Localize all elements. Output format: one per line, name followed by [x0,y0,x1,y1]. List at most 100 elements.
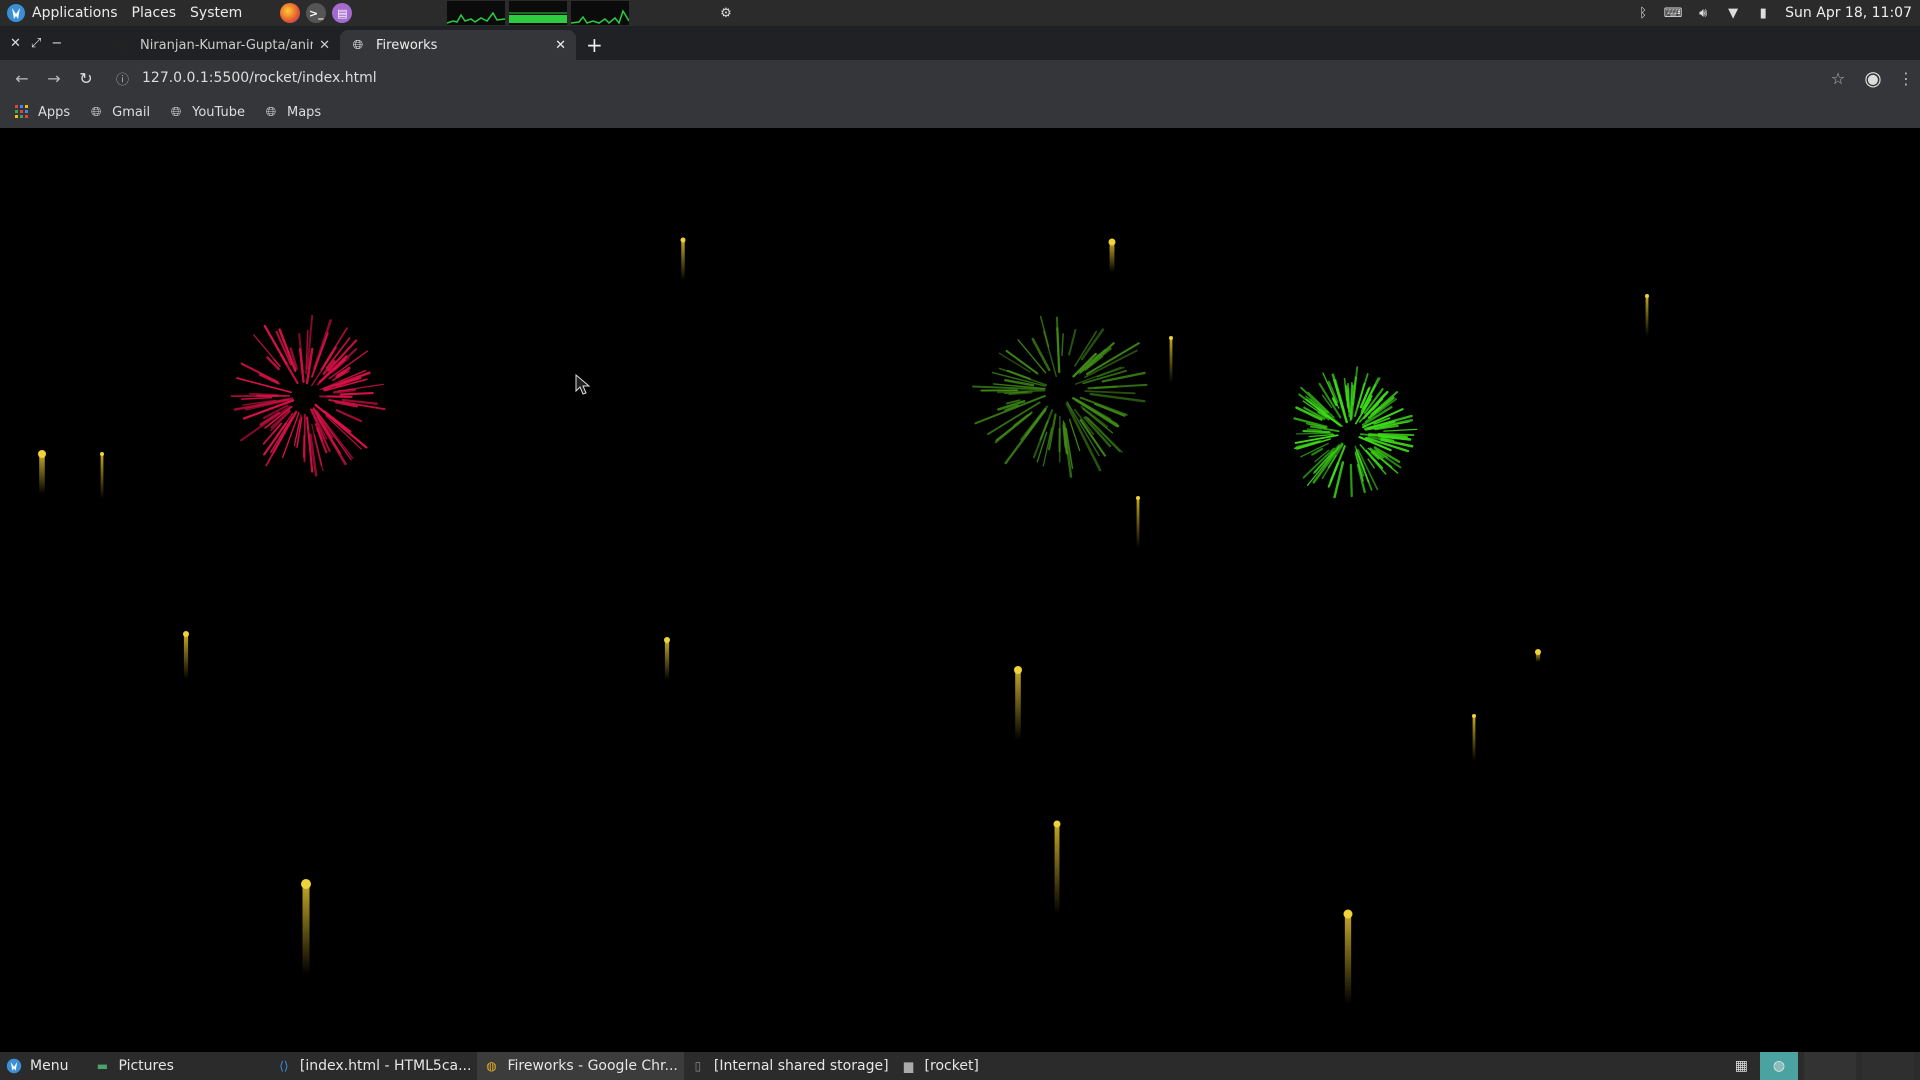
tab-title: Fireworks [376,37,438,53]
rocket-6 [100,452,104,499]
taskbar-label: [Internal shared storage] [713,1058,889,1074]
rocket-12 [1472,714,1476,761]
close-tab-icon[interactable]: ✕ [555,38,566,53]
forward-icon[interactable]: → [38,69,70,88]
site-info-icon[interactable]: ⓘ [116,69,132,88]
github-icon: ● [116,37,128,53]
applications-menu[interactable]: Applications [32,5,118,21]
rocket-9 [664,637,670,680]
taskbar-label: Pictures [118,1058,174,1074]
cpu-graph [447,1,506,25]
rocket-3 [1645,294,1649,336]
menu-label: Menu [30,1058,69,1074]
places-menu[interactable]: Places [132,5,177,21]
firefox-icon[interactable] [280,3,301,23]
rocket-2 [1108,238,1116,272]
taskbar-label: [index.html - HTML5ca... [299,1058,472,1074]
rocket-8 [183,631,189,679]
keyboard-icon[interactable]: ⌨ [1664,5,1683,21]
rocket-10 [1014,666,1022,740]
apps-grid-icon [14,104,30,120]
globe-icon: 🌐︎ [352,37,364,53]
start-menu-button[interactable]: Menu [0,1052,74,1080]
fireworks-canvas[interactable] [0,128,1920,1052]
rocket-5 [38,450,46,494]
bookmark-youtube[interactable]: 🌐︎ YouTube [168,104,245,120]
system-tray: ᛒ ⌨ 🔊︎ ▼ ▮ Sun Apr 18, 11:07 [1635,0,1920,26]
workspace-2[interactable] [1862,1052,1914,1080]
minimize-window-icon[interactable]: − [51,36,62,51]
reload-icon[interactable]: ↻ [70,69,102,88]
fireworks-scene [38,237,1649,1004]
profile-avatar-icon[interactable]: ◉ [1862,66,1884,90]
workspace-switcher-icon[interactable]: ▦ [1729,1052,1754,1080]
tab-fireworks[interactable]: 🌐︎ Fireworks ✕ [340,30,576,60]
taskbar-tray: ▦ ◍ [1729,1052,1920,1080]
taskbar-item-chrome[interactable]: ◍ Fireworks - Google Chr... [477,1052,684,1080]
folder-icon: ▆ [903,1059,914,1073]
bookmark-star-icon[interactable]: ☆ [1828,69,1848,88]
back-icon[interactable]: ← [6,69,38,88]
network-graph [571,1,630,25]
chrome-icon: ◍ [486,1059,497,1073]
close-tab-icon[interactable]: ✕ [319,38,330,53]
bookmark-apps[interactable]: Apps [14,104,70,120]
vscode-icon: ⟨⟩ [279,1059,289,1073]
window-controls: ✕ ⤢ − [0,26,90,60]
bookmark-label: Maps [286,104,322,120]
workspace-1[interactable] [1804,1052,1856,1080]
burst-green [1293,366,1418,499]
new-tab-button[interactable]: + [586,30,603,60]
browser-tab-strip: ✕ ⤢ − ● Niranjan-Kumar-Gupta/anima ✕ 🌐︎ … [0,26,1920,60]
globe-icon: 🌐︎ [265,104,277,120]
battery-icon[interactable]: ▮ [1755,5,1771,21]
bookmark-label: YouTube [192,104,245,120]
close-window-icon[interactable]: ✕ [10,36,21,51]
url-text[interactable]: 127.0.0.1:5500/rocket/index.html [142,70,377,86]
chrome-tray-icon[interactable]: ◍ [1760,1052,1798,1080]
globe-icon: 🌐︎ [170,104,182,120]
taskbar-label: [rocket] [924,1058,979,1074]
text-editor-icon[interactable]: ▤ [332,3,353,23]
toolbar-right: ☆ ◉ ⋮ [1828,60,1914,96]
taskbar-item-pictures[interactable]: ▬ Pictures [88,1052,179,1080]
maximize-window-icon[interactable]: ⤢ [31,36,41,51]
taskbar-item-vscode[interactable]: ⟨⟩ [index.html - HTML5ca... [270,1052,478,1080]
menu-kebab-icon[interactable]: ⋮ [1898,69,1914,88]
burst-dark-green [972,315,1148,478]
rocket-13 [1053,820,1061,914]
mate-logo-icon[interactable] [6,3,26,23]
bookmark-maps[interactable]: 🌐︎ Maps [263,104,321,120]
taskbar-item-rocket[interactable]: ▆ [rocket] [895,1052,985,1080]
bookmark-gmail[interactable]: 🌐︎ Gmail [88,104,150,120]
mouse-cursor-icon [575,374,591,395]
bluetooth-icon[interactable]: ᛒ [1635,5,1651,21]
rocket-7 [1136,496,1140,548]
mate-logo-icon [6,1058,22,1074]
tab-github[interactable]: ● Niranjan-Kumar-Gupta/anima ✕ [104,30,340,60]
bookmark-label: Apps [38,104,71,120]
system-monitor-graphs [447,1,630,25]
picture-folder-icon: ▬ [96,1059,109,1073]
settings-gear-icon[interactable]: ⚙ [718,5,734,21]
taskbar-label: Fireworks - Google Chr... [507,1058,678,1074]
browser-toolbar: ← → ↻ ⓘ 127.0.0.1:5500/rocket/index.html… [0,60,1920,96]
panel-clock[interactable]: Sun Apr 18, 11:07 [1785,5,1912,21]
address-bar[interactable]: ⓘ 127.0.0.1:5500/rocket/index.html [110,64,1800,92]
tab-title: Niranjan-Kumar-Gupta/anima [140,37,314,53]
system-menu[interactable]: System [190,5,242,21]
wifi-icon[interactable]: ▼ [1725,5,1741,21]
rocket-11 [1535,649,1541,662]
top-system-panel: Applications Places System >_ ▤ ⚙ ᛒ ⌨ 🔊︎… [0,0,1920,26]
burst-red [230,314,386,477]
volume-icon[interactable]: 🔊︎ [1695,5,1711,21]
bookmark-label: Gmail [112,104,151,120]
taskbar-item-storage[interactable]: ▯ [Internal shared storage] [684,1052,895,1080]
phone-icon: ▯ [694,1059,702,1073]
rocket-1 [680,237,686,280]
rocket-14 [301,879,311,974]
rocket-15 [1343,909,1353,1004]
terminal-icon[interactable]: >_ [306,3,327,23]
panel-launchers: >_ ▤ [280,3,353,23]
memory-graph [509,1,568,25]
